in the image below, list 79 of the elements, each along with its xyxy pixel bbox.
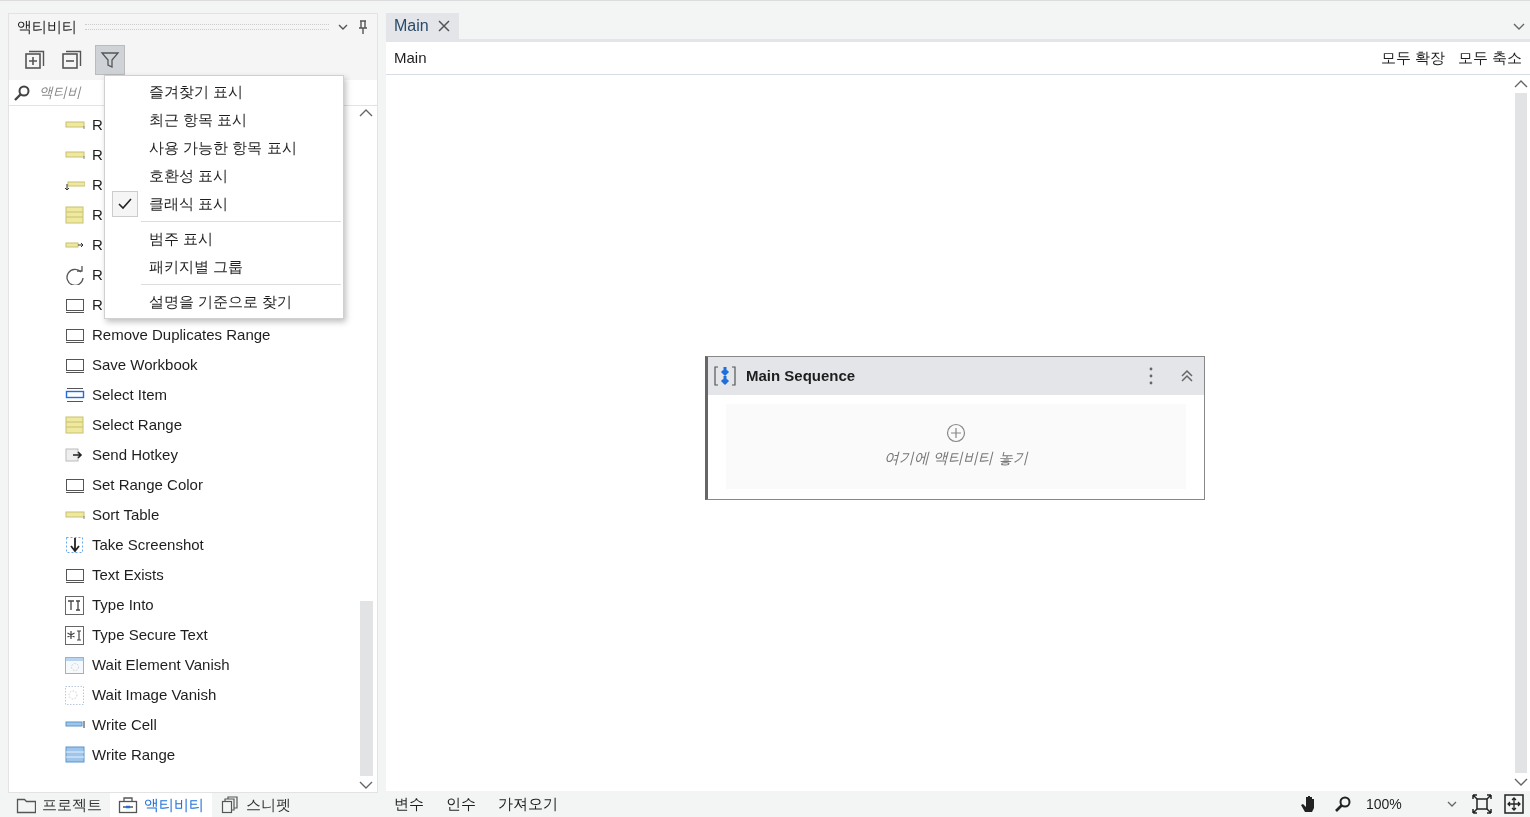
activity-item[interactable]: Save Workbook — [92, 353, 198, 377]
activity-item[interactable]: Type Secure Text — [92, 623, 208, 647]
grid-icon — [65, 205, 85, 225]
scrollbar-thumb[interactable] — [1515, 93, 1527, 773]
activity-item[interactable]: Write Range — [92, 743, 176, 767]
activity-item[interactable]: Sort Table — [92, 503, 160, 527]
activity-item[interactable]: Set Range Color — [92, 473, 203, 497]
panel-tab[interactable]: 변수 — [394, 792, 424, 816]
menu-item[interactable]: 범주 표시 — [105, 225, 343, 253]
more-icon[interactable] — [1148, 366, 1154, 386]
sequence-title: Main Sequence — [746, 365, 856, 386]
sequence-icon — [714, 365, 736, 387]
menu-item[interactable]: 최근 항목 표시 — [105, 106, 343, 134]
screenshot-icon — [65, 535, 85, 555]
menu-item[interactable]: 클래식 표시 — [105, 190, 343, 218]
asterisk-cursor-icon — [65, 625, 85, 645]
activity-item[interactable]: Select Range — [92, 413, 183, 437]
collapse-icon[interactable] — [1180, 369, 1194, 383]
panel-tab[interactable]: 가져오기 — [498, 792, 558, 816]
menu-item[interactable]: 패키지별 그룹 — [105, 253, 343, 281]
activity-item[interactable]: Take Screenshot — [92, 533, 204, 557]
activity-item[interactable]: Write Cell — [92, 713, 157, 737]
panel-tab[interactable]: 액티비티 — [110, 793, 212, 817]
grid-icon — [65, 745, 85, 765]
grid-icon — [65, 415, 85, 435]
search-icon — [13, 83, 31, 102]
panel-tab[interactable]: 프로젝트 — [8, 793, 110, 817]
search-field[interactable]: 액티비 — [39, 82, 99, 103]
menu-item[interactable]: 설명을 기준으로 찾기 — [105, 288, 343, 316]
scrollbar-thumb[interactable] — [359, 601, 373, 776]
activity-item[interactable]: R — [92, 233, 103, 257]
window-icon — [65, 655, 85, 675]
activity-item[interactable]: R — [92, 143, 103, 167]
activity-item[interactable]: Remove Duplicates Range — [92, 323, 271, 347]
cell-arrow-icon — [65, 242, 85, 248]
collapse-all-link[interactable]: 모두 축소 — [1457, 46, 1522, 70]
overview-icon[interactable] — [1504, 794, 1524, 814]
activity-item[interactable]: R — [92, 203, 103, 227]
activity-item[interactable]: R — [92, 113, 103, 137]
activity-item[interactable]: Type Into — [92, 593, 154, 617]
panel-title: 액티비티 — [17, 16, 77, 37]
key-arrow-icon — [65, 445, 85, 465]
pin-icon[interactable] — [357, 20, 369, 34]
pages-icon — [220, 795, 240, 815]
zoom-dropdown[interactable]: 100% — [1366, 793, 1458, 815]
breadcrumb[interactable]: Main — [394, 46, 427, 70]
activity-item[interactable]: R — [92, 263, 103, 287]
toolbox-icon — [118, 795, 138, 815]
expand-all-link[interactable]: 모두 확장 — [1380, 46, 1445, 70]
activity-item[interactable]: Text Exists — [92, 563, 164, 587]
filter-button[interactable] — [95, 45, 125, 75]
drop-hint: 여기에 액티비티 놓기 — [884, 448, 1028, 469]
filter-icon — [100, 50, 120, 70]
sequence-card[interactable]: Main Sequence 여기에 액티비티 놓기 — [705, 356, 1205, 500]
document-tab[interactable]: Main — [386, 13, 459, 39]
activity-item[interactable]: Select Item — [92, 383, 168, 407]
activity-item[interactable]: R — [92, 173, 103, 197]
menu-item[interactable]: 호환성 표시 — [105, 162, 343, 190]
dotted-frame-icon — [65, 685, 85, 705]
refresh-icon — [65, 265, 85, 285]
check-icon — [112, 191, 138, 217]
activity-item[interactable]: R — [92, 293, 103, 317]
scroll-up-icon[interactable] — [1514, 79, 1528, 89]
activity-item[interactable]: Wait Image Vanish — [92, 683, 217, 707]
close-icon[interactable] — [436, 19, 451, 33]
fit-screen-icon[interactable] — [1472, 794, 1492, 814]
scroll-down-icon[interactable] — [1514, 777, 1528, 787]
panel-tab[interactable]: 스니펫 — [212, 793, 299, 817]
add-icon[interactable] — [946, 423, 966, 444]
activity-item[interactable]: Wait Element Vanish — [92, 653, 230, 677]
zoom-icon[interactable] — [1334, 795, 1352, 813]
text-cursor-icon — [65, 595, 85, 615]
menu-item[interactable]: 즐겨찾기 표시 — [105, 78, 343, 106]
panel-tab[interactable]: 인수 — [446, 792, 476, 816]
scroll-up-icon[interactable] — [359, 108, 373, 118]
list-icon — [65, 385, 85, 405]
activity-item[interactable]: Send Hotkey — [92, 443, 178, 467]
scroll-down-icon[interactable] — [359, 780, 373, 790]
menu-item[interactable]: 사용 가능한 항목 표시 — [105, 134, 343, 162]
